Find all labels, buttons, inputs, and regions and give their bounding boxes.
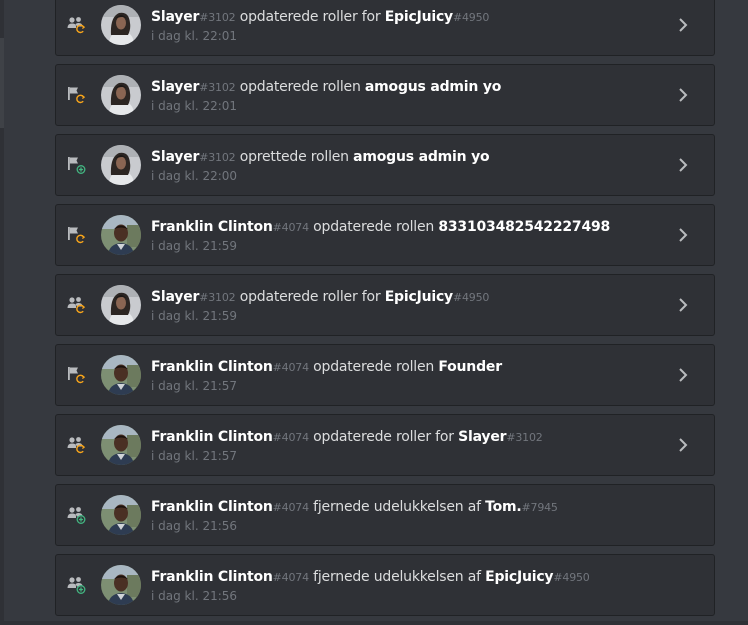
entry-target-name: EpicJuicy (485, 569, 554, 585)
entry-user-name[interactable]: Franklin Clinton (151, 219, 273, 235)
members-update-icon (66, 15, 88, 35)
entry-timestamp: i dag kl. 21:56 (151, 589, 238, 603)
entry-action-text: oprettede rollen (239, 149, 349, 165)
entry-target-discriminator: #4950 (553, 571, 590, 584)
entry-user-name[interactable]: Franklin Clinton (151, 429, 273, 445)
entry-user-discriminator: #3102 (199, 151, 236, 164)
entry-summary: Franklin Clinton#4074 opdaterede rollen … (151, 218, 610, 237)
role-flag-update-icon (66, 365, 88, 385)
audit-log-entry[interactable]: Slayer#3102 opdaterede rollen amogus adm… (55, 64, 715, 126)
audit-log-entry[interactable]: Franklin Clinton#4074 opdaterede roller … (55, 414, 715, 476)
audit-log-entry[interactable]: Franklin Clinton#4074 opdaterede rollen … (55, 204, 715, 266)
entry-user-name[interactable]: Slayer (151, 79, 199, 95)
entry-action-text: opdaterede rollen (313, 219, 435, 235)
entry-user-discriminator: #3102 (199, 291, 236, 304)
role-flag-create-icon (66, 155, 88, 175)
entry-timestamp: i dag kl. 21:57 (151, 449, 238, 463)
entry-action-text: opdaterede roller for (239, 9, 381, 25)
entry-user-name[interactable]: Franklin Clinton (151, 359, 273, 375)
entry-action-text: opdaterede rollen (313, 359, 435, 375)
entry-timestamp: i dag kl. 21:57 (151, 379, 238, 393)
entry-timestamp: i dag kl. 21:59 (151, 309, 238, 323)
entry-summary: Slayer#3102 opdaterede roller for EpicJu… (151, 8, 489, 27)
role-flag-update-icon (66, 85, 88, 105)
entry-timestamp: i dag kl. 22:01 (151, 29, 238, 43)
entry-target-name: EpicJuicy (384, 289, 453, 305)
entry-target-name: amogus admin yo (353, 149, 490, 165)
chevron-right-icon[interactable] (676, 366, 690, 384)
entry-user-name[interactable]: Franklin Clinton (151, 569, 273, 585)
avatar[interactable] (101, 495, 141, 535)
entry-user-discriminator: #4074 (272, 571, 309, 584)
chevron-right-icon[interactable] (676, 16, 690, 34)
members-create-icon (66, 505, 88, 525)
entry-timestamp: i dag kl. 21:59 (151, 239, 238, 253)
avatar[interactable] (101, 285, 141, 325)
audit-log-list: Slayer#3102 opdaterede roller for EpicJu… (55, 0, 715, 624)
entry-target-name: 833103482542227498 (438, 219, 611, 235)
chevron-right-icon[interactable] (676, 436, 690, 454)
audit-log-entry[interactable]: Franklin Clinton#4074 opdaterede rollen … (55, 344, 715, 406)
entry-target-name: EpicJuicy (384, 9, 453, 25)
audit-log-entry[interactable]: Franklin Clinton#4074 fjernede udelukkel… (55, 554, 715, 616)
audit-log-entry[interactable]: Slayer#3102 opdaterede roller for EpicJu… (55, 0, 715, 56)
entry-summary: Franklin Clinton#4074 opdaterede rollen … (151, 358, 502, 377)
entry-target-discriminator: #3102 (506, 431, 543, 444)
members-create-icon (66, 575, 88, 595)
entry-user-discriminator: #4074 (272, 501, 309, 514)
entry-user-discriminator: #4074 (272, 221, 309, 234)
audit-log-entry[interactable]: Franklin Clinton#4074 fjernede udelukkel… (55, 484, 715, 546)
entry-user-discriminator: #3102 (199, 11, 236, 24)
chevron-right-icon[interactable] (676, 226, 690, 244)
chevron-right-icon[interactable] (676, 296, 690, 314)
entry-action-text: fjernede udelukkelsen af (313, 499, 481, 515)
role-flag-update-icon (66, 225, 88, 245)
scroll-indicator (0, 38, 4, 128)
entry-summary: Slayer#3102 opdaterede roller for EpicJu… (151, 288, 489, 307)
entry-summary: Slayer#3102 opdaterede rollen amogus adm… (151, 78, 501, 97)
entry-timestamp: i dag kl. 22:01 (151, 99, 238, 113)
entry-summary: Franklin Clinton#4074 fjernede udelukkel… (151, 498, 558, 517)
entry-summary: Franklin Clinton#4074 opdaterede roller … (151, 428, 543, 447)
chevron-right-icon[interactable] (676, 156, 690, 174)
audit-log-entry[interactable]: Slayer#3102 opdaterede roller for EpicJu… (55, 274, 715, 336)
entry-user-name[interactable]: Franklin Clinton (151, 499, 273, 515)
entry-summary: Slayer#3102 oprettede rollen amogus admi… (151, 148, 490, 167)
entry-summary: Franklin Clinton#4074 fjernede udelukkel… (151, 568, 590, 587)
entry-user-name[interactable]: Slayer (151, 149, 199, 165)
left-panel-edge (0, 0, 4, 625)
entry-action-text: opdaterede rollen (239, 79, 361, 95)
avatar[interactable] (101, 425, 141, 465)
entry-user-discriminator: #3102 (199, 81, 236, 94)
entry-action-text: fjernede udelukkelsen af (313, 569, 481, 585)
entry-action-text: opdaterede roller for (239, 289, 381, 305)
avatar[interactable] (101, 75, 141, 115)
entry-action-text: opdaterede roller for (313, 429, 454, 445)
entry-user-discriminator: #4074 (272, 361, 309, 374)
audit-log-entry[interactable]: Slayer#3102 oprettede rollen amogus admi… (55, 134, 715, 196)
entry-user-discriminator: #4074 (272, 431, 309, 444)
entry-timestamp: i dag kl. 22:00 (151, 169, 238, 183)
entry-target-discriminator: #4950 (452, 11, 490, 24)
members-update-icon (66, 295, 88, 315)
members-update-icon (66, 435, 88, 455)
chevron-right-icon[interactable] (676, 86, 690, 104)
avatar[interactable] (101, 355, 141, 395)
entry-target-name: Slayer (458, 429, 507, 445)
entry-target-discriminator: #7945 (521, 501, 558, 514)
avatar[interactable] (101, 565, 141, 605)
entry-timestamp: i dag kl. 21:56 (151, 519, 238, 533)
entry-target-name: amogus admin yo (364, 79, 502, 95)
entry-target-name: Founder (438, 359, 502, 375)
avatar[interactable] (101, 5, 141, 45)
entry-target-discriminator: #4950 (452, 291, 490, 304)
entry-user-name[interactable]: Slayer (151, 289, 199, 305)
entry-user-name[interactable]: Slayer (151, 9, 199, 25)
avatar[interactable] (101, 145, 141, 185)
avatar[interactable] (101, 215, 141, 255)
entry-target-name: Tom. (485, 499, 522, 515)
